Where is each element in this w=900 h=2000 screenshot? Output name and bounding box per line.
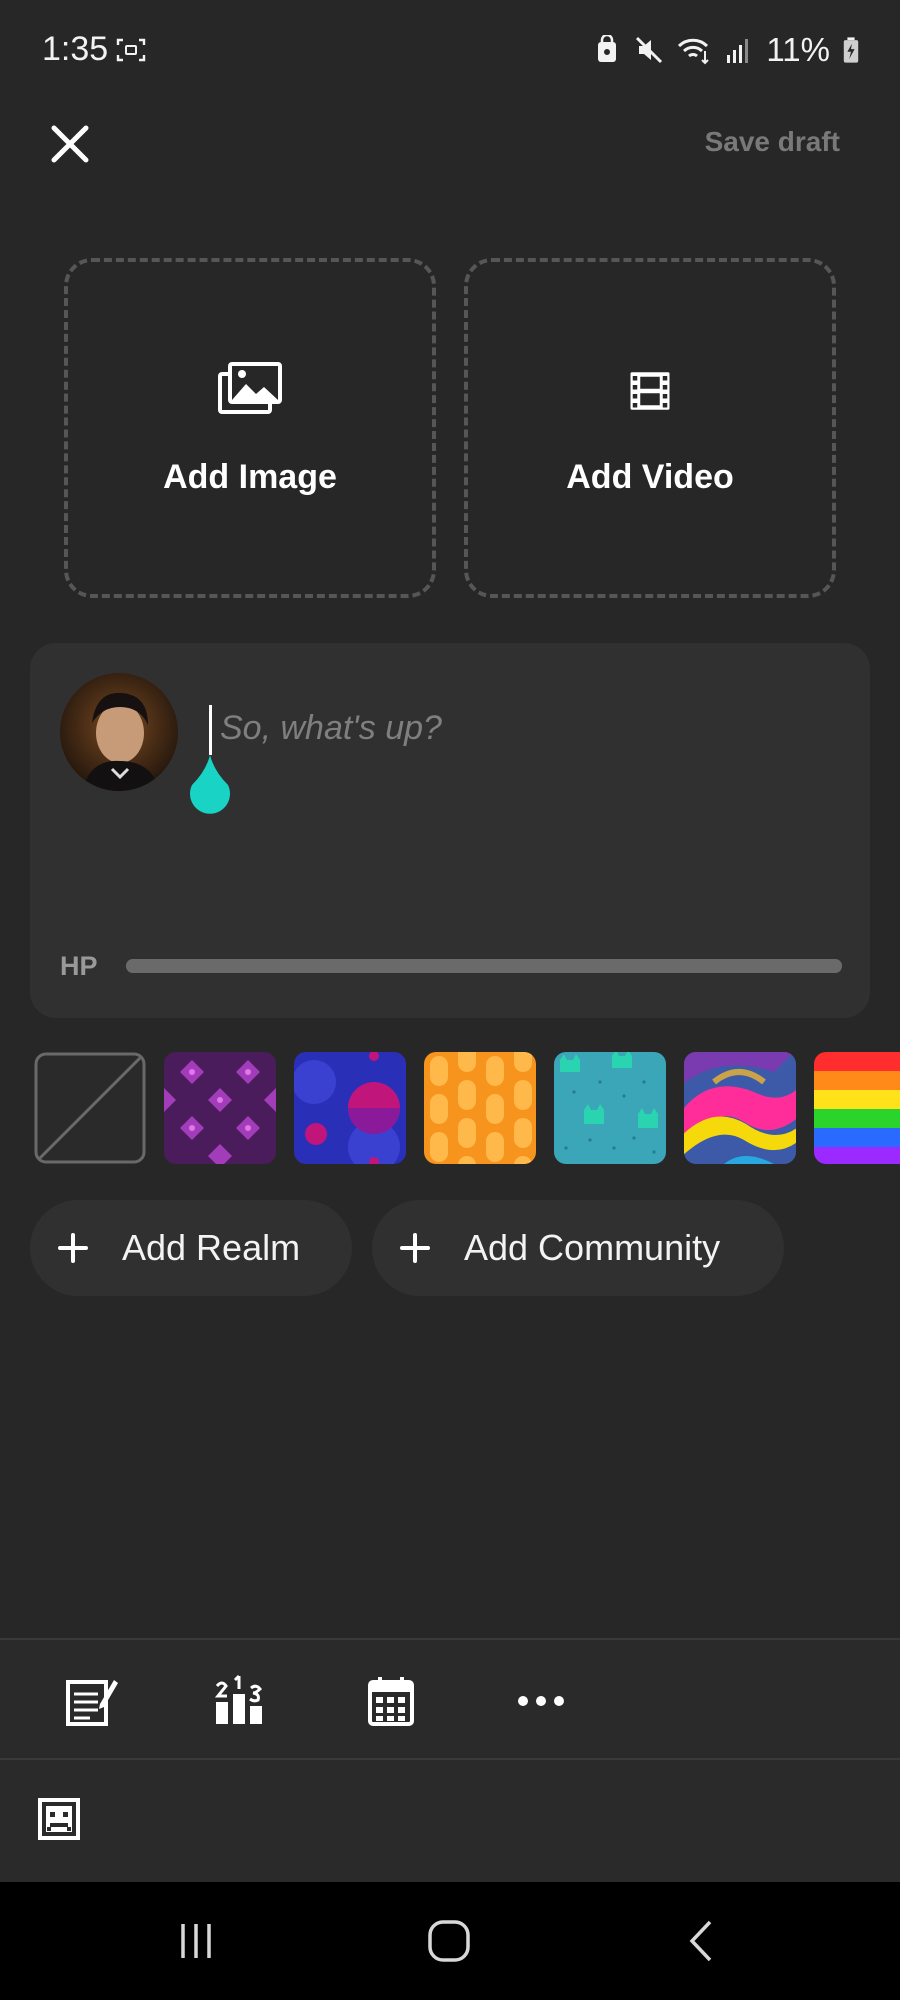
- swatch-rainbow[interactable]: [814, 1052, 900, 1164]
- text-cursor: [209, 705, 212, 755]
- add-realm-button[interactable]: Add Realm: [30, 1200, 352, 1296]
- plus-icon: [400, 1233, 430, 1263]
- lock-icon: [598, 35, 617, 62]
- hp-bar: [126, 959, 842, 973]
- more-icon[interactable]: [514, 1674, 568, 1728]
- avatar[interactable]: [60, 673, 178, 791]
- status-bar: 1:35 11%: [0, 0, 900, 100]
- swatch-purple-diamonds[interactable]: [164, 1052, 276, 1164]
- add-community-label: Add Community: [464, 1227, 721, 1268]
- post-text-input[interactable]: [220, 703, 820, 753]
- image-icon: [218, 362, 282, 414]
- wifi-icon: [678, 38, 710, 65]
- selection-handle[interactable]: [184, 753, 236, 817]
- status-icons: 11%: [592, 30, 860, 70]
- swatch-none[interactable]: [34, 1052, 146, 1164]
- pixel-face-icon[interactable]: [36, 1796, 82, 1842]
- save-draft-button[interactable]: Save draft: [705, 126, 840, 158]
- home-icon[interactable]: [424, 1916, 474, 1966]
- close-icon[interactable]: [44, 118, 96, 170]
- hp-bar-fill: [126, 959, 842, 973]
- film-icon: [630, 372, 670, 410]
- mute-icon: [636, 36, 663, 64]
- plus-icon: [58, 1233, 88, 1263]
- hp-label: HP: [60, 951, 98, 981]
- swatch-orange-pills[interactable]: [424, 1052, 536, 1164]
- add-image-button[interactable]: Add Image: [64, 258, 436, 598]
- back-icon[interactable]: [678, 1916, 728, 1966]
- screen-record-icon: [116, 38, 146, 62]
- emoji-bar: [0, 1760, 900, 1882]
- swatch-colorful-waves[interactable]: [684, 1052, 796, 1164]
- calendar-icon[interactable]: [364, 1674, 418, 1728]
- add-image-label: Add Image: [163, 458, 337, 496]
- add-realm-label: Add Realm: [122, 1227, 301, 1268]
- signal-icon: [727, 39, 749, 63]
- swatch-blue-bubbles[interactable]: [294, 1052, 406, 1164]
- swatch-teal-cats[interactable]: [554, 1052, 666, 1164]
- battery-charging-icon: [843, 37, 859, 63]
- post-type-toolbar: [0, 1638, 900, 1760]
- add-video-label: Add Video: [566, 458, 734, 496]
- background-picker: [34, 1052, 900, 1164]
- add-community-button[interactable]: Add Community: [372, 1200, 784, 1296]
- system-navigation-bar: [0, 1882, 900, 2000]
- text-post-icon[interactable]: [64, 1674, 118, 1728]
- status-time: 1:35: [42, 30, 109, 68]
- recent-apps-icon[interactable]: [171, 1916, 221, 1966]
- post-composer: HP: [30, 643, 870, 1018]
- add-video-button[interactable]: Add Video: [464, 258, 836, 598]
- poll-icon[interactable]: [212, 1674, 266, 1728]
- battery-percent: 11%: [766, 31, 830, 68]
